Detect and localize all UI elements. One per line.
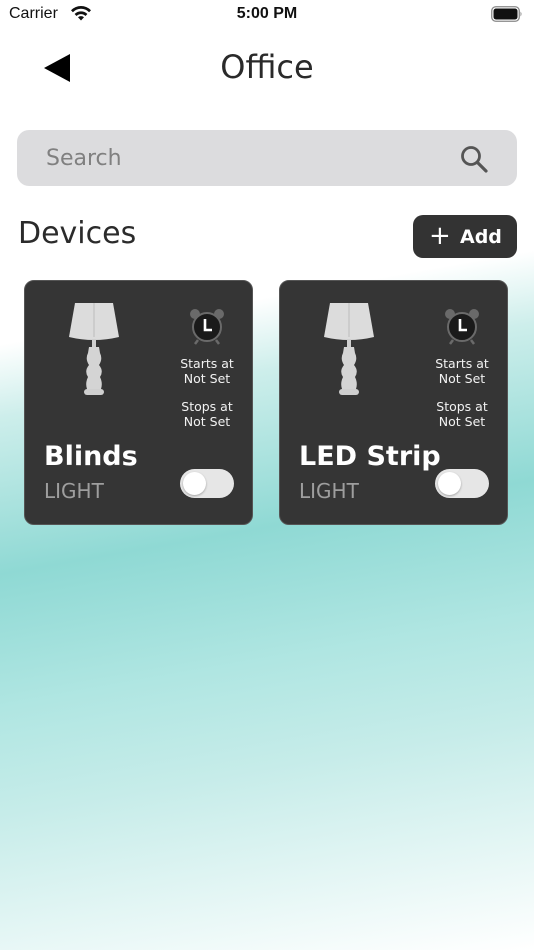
device-card[interactable]: Starts at Not Set Stops at Not Set LED S… [279, 280, 508, 525]
device-toggle[interactable] [435, 469, 489, 498]
alarm-clock-icon [445, 309, 479, 345]
alarm-clock-icon [190, 309, 224, 345]
search-bar[interactable] [17, 130, 517, 186]
device-toggle[interactable] [180, 469, 234, 498]
device-type: LIGHT [299, 479, 359, 503]
schedule-stop: Stops at Not Set [170, 399, 244, 429]
starts-label: Starts at [435, 356, 489, 371]
starts-value: Not Set [183, 371, 231, 386]
devices-section-title: Devices [18, 216, 137, 251]
schedule-start: Starts at Not Set [170, 356, 244, 386]
toggle-knob [183, 472, 206, 495]
lamp-icon [69, 303, 119, 395]
add-device-button[interactable]: + Add [413, 215, 517, 258]
toggle-knob [438, 472, 461, 495]
starts-label: Starts at [180, 356, 234, 371]
device-card[interactable]: Starts at Not Set Stops at Not Set Blind… [24, 280, 253, 525]
stops-label: Stops at [181, 399, 233, 414]
stops-value: Not Set [183, 414, 231, 429]
schedule-stop: Stops at Not Set [425, 399, 499, 429]
search-icon[interactable] [459, 144, 489, 174]
add-button-label: Add [460, 226, 502, 248]
lamp-icon [324, 303, 374, 395]
stops-label: Stops at [436, 399, 488, 414]
device-type: LIGHT [44, 479, 104, 503]
device-name: Blinds [44, 441, 138, 472]
stops-value: Not Set [438, 414, 486, 429]
device-name: LED Strip [299, 441, 441, 472]
clock-time: 5:00 PM [236, 5, 298, 22]
status-bar: Carrier 5:00 PM [0, 0, 534, 30]
starts-value: Not Set [438, 371, 486, 386]
schedule-start: Starts at Not Set [425, 356, 499, 386]
search-input[interactable] [46, 143, 446, 173]
page-title: Office [220, 48, 314, 86]
battery-icon [491, 6, 522, 22]
plus-icon: + [429, 221, 451, 251]
